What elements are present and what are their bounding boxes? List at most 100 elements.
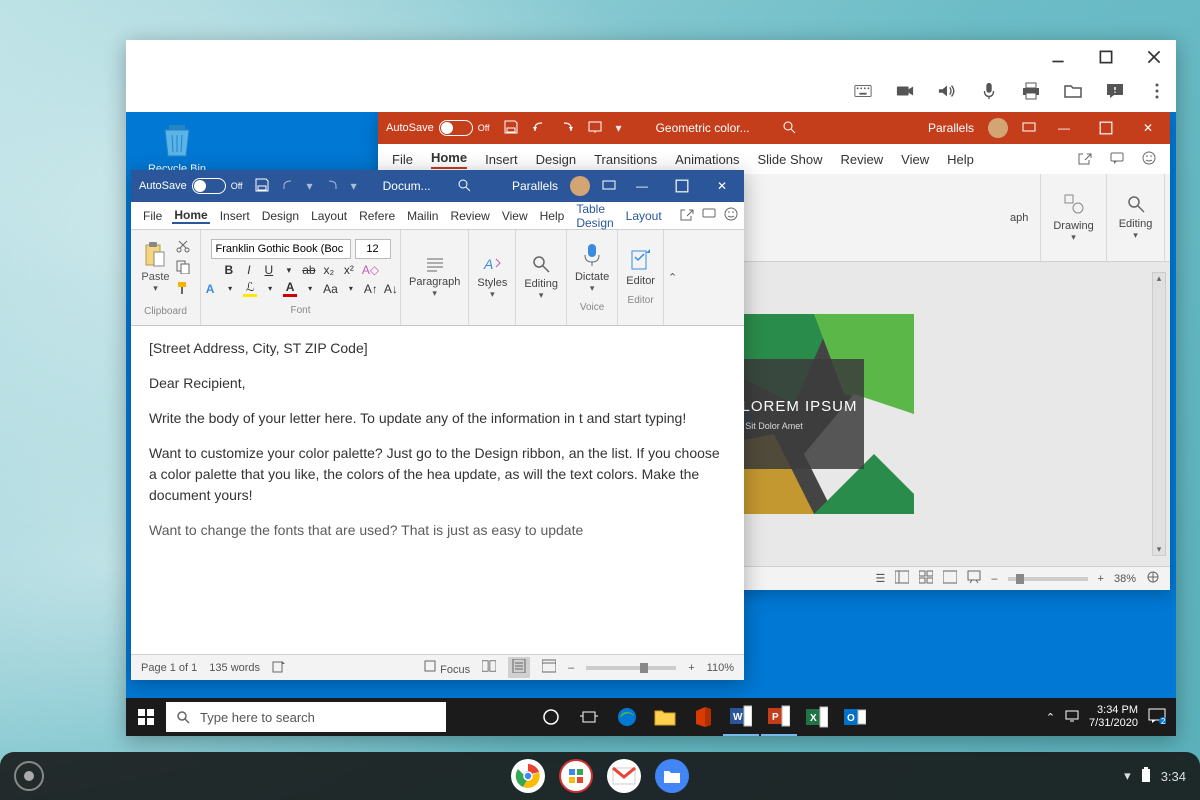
toggle-pill[interactable] xyxy=(439,120,473,136)
text-effects-button[interactable]: A xyxy=(203,282,217,296)
bold-button[interactable]: B xyxy=(222,263,236,277)
view-normal-icon[interactable] xyxy=(895,570,909,587)
share-icon[interactable] xyxy=(1078,151,1092,168)
tab-animations[interactable]: Animations xyxy=(675,152,739,167)
zoom-level[interactable]: 110% xyxy=(707,662,734,674)
zoom-in[interactable]: + xyxy=(688,662,694,674)
save-icon[interactable] xyxy=(255,178,269,195)
tab-table-design[interactable]: Table Design xyxy=(574,202,615,230)
recycle-bin[interactable]: Recycle Bin xyxy=(146,120,208,175)
powerpoint-icon[interactable]: P xyxy=(761,698,797,736)
account-label[interactable]: Parallels xyxy=(928,121,974,135)
ribbon-editor[interactable]: Editor Editor xyxy=(618,230,664,325)
gmail-icon[interactable] xyxy=(607,759,641,793)
ribbon-paragraph[interactable]: Paragraph ▾ xyxy=(401,230,469,325)
tab-design[interactable]: Design xyxy=(536,152,576,167)
font-color-button[interactable]: A xyxy=(283,280,297,297)
tab-review[interactable]: Review xyxy=(448,209,491,223)
folder-icon[interactable] xyxy=(1064,82,1082,105)
grow-font-button[interactable]: A↑ xyxy=(364,282,378,296)
zoom-slider[interactable] xyxy=(586,666,676,670)
view-print-icon[interactable] xyxy=(508,657,530,678)
ribbon-editing[interactable]: Editing ▾ xyxy=(516,230,567,325)
tab-references[interactable]: Refere xyxy=(357,209,397,223)
word-count[interactable]: 135 words xyxy=(209,662,260,674)
minimize-button[interactable]: — xyxy=(628,174,656,198)
camera-icon[interactable] xyxy=(896,82,914,105)
copy-icon[interactable] xyxy=(176,260,190,277)
zoom-slider[interactable] xyxy=(1008,577,1088,581)
outlook-icon[interactable]: O xyxy=(837,698,873,736)
task-view-icon[interactable] xyxy=(571,698,607,736)
shrink-font-button[interactable]: A↓ xyxy=(384,282,398,296)
spellcheck-icon[interactable] xyxy=(272,659,286,676)
italic-button[interactable]: I xyxy=(242,263,256,277)
tray-chevron-icon[interactable]: ⌃ xyxy=(1046,711,1055,724)
document-body[interactable]: [Street Address, City, ST ZIP Code] Dear… xyxy=(131,326,744,654)
superscript-button[interactable]: x² xyxy=(342,263,356,277)
undo-icon[interactable] xyxy=(532,120,546,137)
powerpoint-titlebar[interactable]: AutoSave Off ▾ Geometric color... Parall… xyxy=(378,112,1170,144)
save-icon[interactable] xyxy=(504,120,518,137)
redo-icon[interactable] xyxy=(325,178,339,195)
view-web-icon[interactable] xyxy=(542,659,556,676)
comments-icon[interactable] xyxy=(1110,151,1124,168)
ribbon-dictate[interactable]: Dictate ▾ Voice xyxy=(567,230,618,325)
search-box[interactable]: Type here to search xyxy=(166,702,446,732)
tab-design[interactable]: Design xyxy=(260,209,301,223)
redo-icon[interactable] xyxy=(560,120,574,137)
font-name-select[interactable] xyxy=(211,239,351,259)
tab-transitions[interactable]: Transitions xyxy=(594,152,657,167)
maximize-button[interactable] xyxy=(1090,43,1122,71)
search-icon[interactable] xyxy=(782,120,796,137)
office-icon[interactable] xyxy=(685,698,721,736)
tab-help[interactable]: Help xyxy=(538,209,567,223)
notes-icon[interactable]: ☰ xyxy=(876,572,886,585)
avatar[interactable] xyxy=(988,118,1008,138)
tray-clock[interactable]: 3:34 PM 7/31/2020 xyxy=(1089,704,1138,730)
change-case-button[interactable]: Aa xyxy=(323,282,338,296)
share-icon[interactable] xyxy=(680,207,694,224)
tab-insert[interactable]: Insert xyxy=(218,209,252,223)
close-button[interactable]: ✕ xyxy=(708,174,736,198)
tab-help[interactable]: Help xyxy=(947,152,974,167)
ribbon-dictate[interactable]: Dictate ▾ Voice xyxy=(1165,174,1176,261)
format-painter-icon[interactable] xyxy=(176,281,190,298)
view-read-icon[interactable] xyxy=(482,659,496,676)
tab-home[interactable]: Home xyxy=(172,208,209,224)
tab-home[interactable]: Home xyxy=(431,150,467,169)
clear-format-button[interactable]: A◇ xyxy=(362,263,379,277)
parallels-app-icon[interactable] xyxy=(559,759,593,793)
page-indicator[interactable]: Page 1 of 1 xyxy=(141,662,197,674)
autosave-toggle[interactable]: AutoSave Off xyxy=(139,178,243,194)
strikethrough-button[interactable]: ab xyxy=(302,263,316,277)
word-titlebar[interactable]: AutoSave Off ▾ ▾ Docum... Parallels — ✕ xyxy=(131,170,744,202)
ribbon-drawing[interactable]: Drawing ▾ xyxy=(1041,174,1106,261)
ribbon-styles[interactable]: A Styles ▾ xyxy=(469,230,516,325)
presentation-icon[interactable] xyxy=(588,120,602,137)
close-button[interactable] xyxy=(1138,43,1170,71)
cut-icon[interactable] xyxy=(176,239,190,256)
zoom-in[interactable]: + xyxy=(1098,573,1104,585)
subscript-button[interactable]: x₂ xyxy=(322,263,336,277)
tab-layout[interactable]: Layout xyxy=(309,209,349,223)
ribbon-mode-icon[interactable] xyxy=(602,178,616,195)
emoji-icon[interactable] xyxy=(724,207,738,224)
zoom-level[interactable]: 38% xyxy=(1114,573,1136,585)
ribbon-editing[interactable]: Editing ▾ xyxy=(1107,174,1166,261)
zoom-out[interactable]: – xyxy=(568,662,574,674)
tab-mailings[interactable]: Mailin xyxy=(405,209,440,223)
more-icon[interactable] xyxy=(1148,82,1166,105)
tab-table-layout[interactable]: Layout xyxy=(624,209,664,223)
close-button[interactable]: ✕ xyxy=(1134,116,1162,140)
tab-file[interactable]: File xyxy=(392,152,413,167)
launcher-button[interactable] xyxy=(14,761,44,791)
ribbon-mode-icon[interactable] xyxy=(1022,120,1036,137)
maximize-button[interactable] xyxy=(668,174,696,198)
file-explorer-icon[interactable] xyxy=(647,698,683,736)
tab-view[interactable]: View xyxy=(901,152,929,167)
tab-insert[interactable]: Insert xyxy=(485,152,518,167)
view-sorter-icon[interactable] xyxy=(919,570,933,587)
scrollbar-vertical[interactable]: ▴▾ xyxy=(1152,272,1166,556)
tray-monitor-icon[interactable] xyxy=(1065,709,1079,726)
